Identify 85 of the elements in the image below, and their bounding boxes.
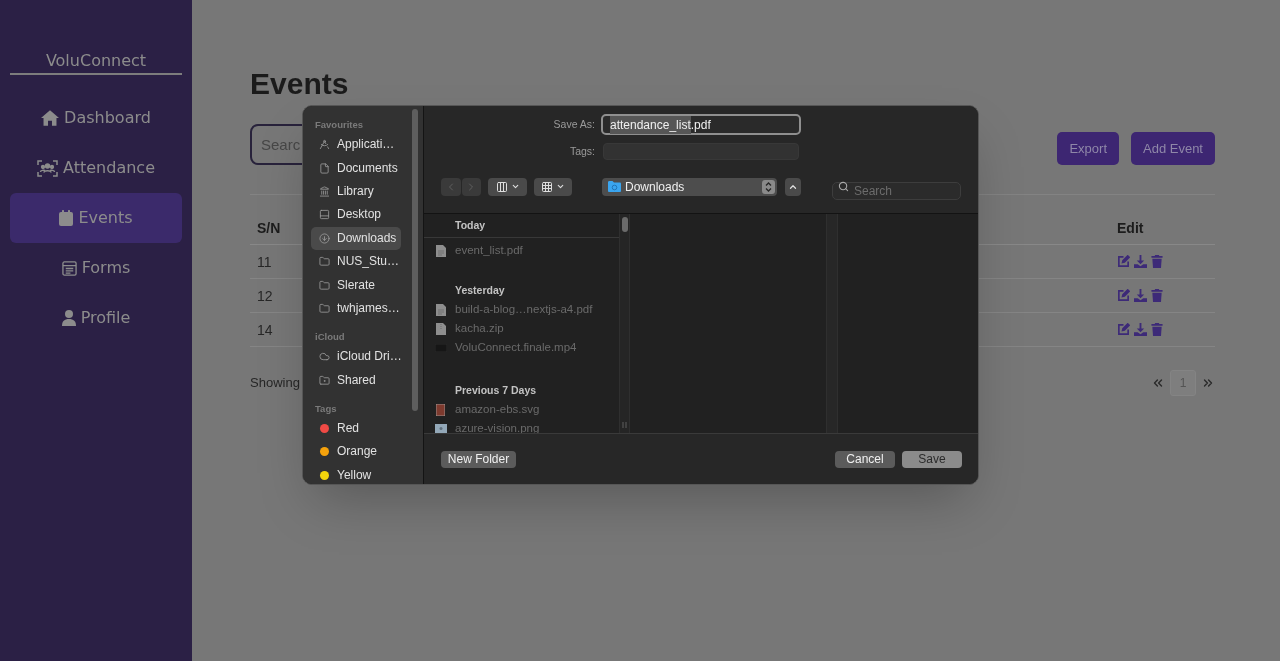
nav-item[interactable]: Forms: [10, 243, 182, 293]
brand-title: VoluConnect: [10, 50, 182, 75]
download-circle-icon: [319, 232, 330, 244]
resize-grip-icon[interactable]: [622, 422, 627, 428]
file-group-title: Previous 7 Days: [455, 382, 537, 398]
table-cell: 12: [257, 287, 273, 304]
sidebar-item[interactable]: Downloads: [311, 226, 401, 250]
sidebar-section-title: iCloud: [315, 330, 345, 344]
screen-icon: [319, 209, 330, 221]
sidebar-item[interactable]: twhjames…: [311, 296, 401, 321]
column-header: Edit: [1117, 219, 1144, 236]
image-thumbnail-icon: [434, 424, 447, 433]
group-by-button[interactable]: [534, 177, 572, 196]
sidebar-item[interactable]: Shared: [311, 368, 401, 392]
cancel-button[interactable]: Cancel: [835, 450, 895, 468]
group-scan-icon: [37, 159, 59, 177]
save-button[interactable]: Save: [902, 450, 962, 468]
edit-icon[interactable]: [1117, 323, 1130, 336]
zip-file-icon: [435, 322, 446, 335]
document-icon: [319, 162, 330, 174]
drafting-compass-icon: [319, 139, 330, 151]
grid-icon: [541, 180, 553, 193]
tags-label: Tags:: [569, 143, 595, 159]
cloud-icon: [319, 351, 330, 363]
folder-icon: [319, 302, 330, 314]
save-as-label: Save As:: [553, 116, 595, 132]
sidebar-item[interactable]: Orange: [311, 440, 401, 464]
trash-icon[interactable]: [1151, 255, 1163, 268]
page-title: Events: [250, 66, 349, 102]
image-thumbnail-icon: [436, 403, 445, 416]
trash-icon[interactable]: [1151, 289, 1163, 302]
stepper-icon: [762, 179, 775, 194]
download-icon[interactable]: [1134, 323, 1147, 336]
user-icon: [61, 310, 76, 326]
dialog-search-field[interactable]: Search: [832, 181, 961, 200]
edit-icon[interactable]: [1117, 289, 1130, 302]
sidebar-item[interactable]: iCloud Dri…: [311, 345, 401, 369]
sidebar-item[interactable]: Yellow: [311, 463, 401, 484]
document-icon: [435, 244, 446, 257]
table-cell: 11: [257, 253, 272, 270]
form-icon: [61, 260, 77, 276]
export-button[interactable]: Export: [1057, 132, 1119, 165]
column-header: S/N: [257, 219, 281, 236]
sidebar-section-title: Favourites: [315, 117, 364, 132]
file-group-title: Yesterday: [455, 282, 505, 298]
nav-item[interactable]: Attendance: [10, 143, 182, 193]
view-mode-button[interactable]: [488, 177, 527, 196]
search-icon: [838, 181, 849, 192]
parent-folder-button[interactable]: [785, 177, 801, 196]
location-popup[interactable]: Downloads: [602, 177, 777, 196]
showing-text: Showing: [250, 374, 300, 393]
sidebar-item[interactable]: Library: [311, 179, 401, 204]
sidebar-item[interactable]: Applicati…: [311, 133, 401, 157]
nav-item[interactable]: Profile: [10, 293, 182, 343]
scrollbar-thumb[interactable]: [412, 109, 418, 411]
double-chevron-left-icon[interactable]: [1151, 376, 1165, 390]
landmark-icon: [319, 185, 330, 197]
download-icon[interactable]: [1134, 289, 1147, 302]
sidebar-item[interactable]: Documents: [311, 156, 401, 180]
calendar-icon: [59, 210, 74, 226]
chevron-down-icon: [556, 182, 565, 191]
sidebar-item[interactable]: NUS_Stu…: [311, 249, 401, 274]
sidebar-section-title: Tags: [315, 401, 337, 416]
file-group-title: Today: [455, 217, 486, 233]
folder-icon: [608, 181, 621, 192]
chevron-down-icon: [510, 182, 520, 191]
filename-field[interactable]: attendance_list.pdf: [601, 114, 801, 135]
table-cell: 14: [257, 321, 273, 338]
edit-icon[interactable]: [1117, 255, 1130, 268]
columns-icon: [495, 180, 508, 193]
sidebar-item[interactable]: Slerate: [311, 273, 401, 297]
scrollbar-thumb[interactable]: [621, 217, 628, 232]
sidebar-item[interactable]: Desktop: [311, 203, 401, 227]
folder-icon: [319, 279, 330, 291]
download-icon[interactable]: [1134, 255, 1147, 268]
nav-item[interactable]: Dashboard: [10, 93, 182, 143]
new-folder-button[interactable]: New Folder: [441, 450, 516, 468]
double-chevron-right-icon[interactable]: [1201, 376, 1215, 390]
trash-icon[interactable]: [1151, 323, 1163, 336]
document-icon: [435, 303, 446, 316]
add-event-button[interactable]: Add Event: [1131, 132, 1215, 165]
nav-item[interactable]: Events: [10, 193, 182, 243]
home-icon: [41, 110, 60, 126]
folder-icon: [319, 256, 330, 268]
sidebar-item[interactable]: Red: [311, 416, 401, 441]
